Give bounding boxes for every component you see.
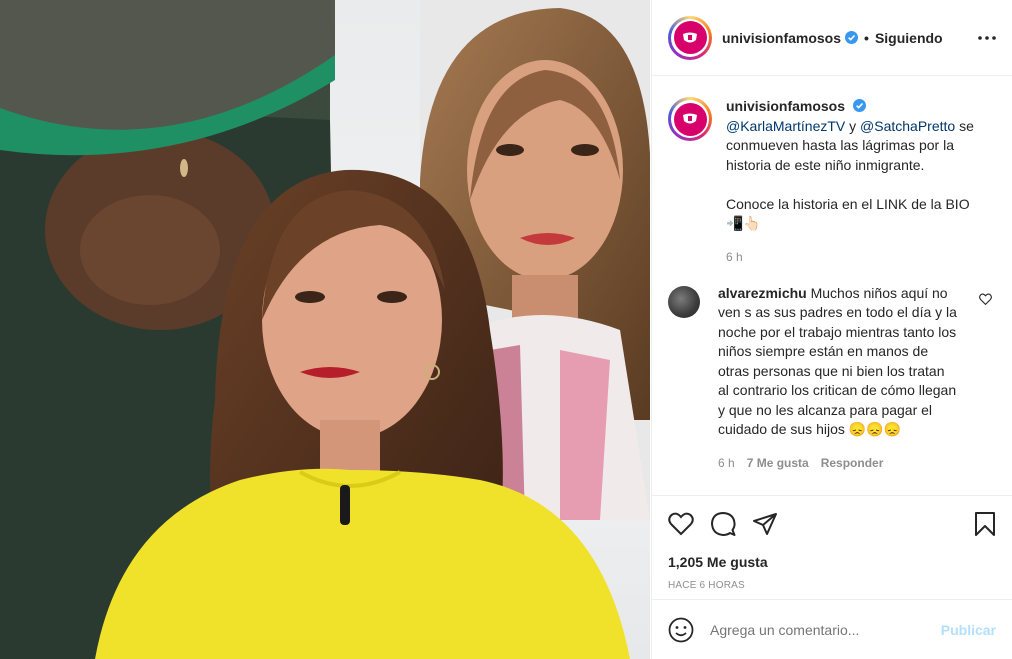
following-button[interactable]: Siguiendo — [875, 30, 943, 46]
comment-age[interactable]: 6 h — [718, 456, 735, 470]
comment-like-heart-icon[interactable] — [979, 292, 992, 308]
comment-item: alvarezmichu Muchos niños aquí no ven s … — [668, 284, 996, 470]
comments-section[interactable]: univisionfamosos @KarlaMartínezTV y @Sat… — [652, 77, 1012, 495]
comment-emojis: 😞😞😞 — [848, 421, 902, 437]
save-bookmark-icon[interactable] — [974, 511, 996, 537]
share-send-icon[interactable] — [752, 512, 778, 536]
caption-emojis: 📲👆🏻 — [726, 215, 761, 231]
caption-connector: y — [845, 117, 861, 134]
caption-meta: 6 h — [726, 250, 996, 264]
verified-badge-icon — [852, 99, 866, 112]
univision-logo-icon — [673, 21, 707, 54]
separator-dot: • — [864, 29, 869, 46]
post-details-panel: univisionfamosos • Siguiendo univisionfa… — [651, 0, 1012, 659]
post-header: univisionfamosos • Siguiendo — [652, 0, 1012, 76]
add-comment-bar: Publicar — [652, 599, 1012, 659]
caption: univisionfamosos @KarlaMartínezTV y @Sat… — [668, 97, 996, 264]
caption-age[interactable]: 6 h — [726, 250, 743, 264]
mention-link[interactable]: @KarlaMartínezTV — [726, 118, 845, 134]
post-image[interactable] — [0, 0, 650, 659]
caption-username[interactable]: univisionfamosos — [726, 98, 845, 114]
more-options-icon[interactable] — [978, 35, 996, 40]
commenter-username[interactable]: alvarezmichu — [718, 285, 807, 301]
like-heart-icon[interactable] — [668, 512, 694, 536]
comment-body: Muchos niños aquí no ven s as sus padres… — [718, 284, 957, 438]
likes-count[interactable]: 1,205 Me gusta — [668, 554, 996, 570]
commenter-avatar[interactable] — [668, 285, 700, 318]
verified-badge-icon — [845, 31, 859, 44]
post-actions: 1,205 Me gusta HACE 6 HORAS — [652, 495, 1012, 591]
post-timestamp[interactable]: HACE 6 HORAS — [668, 580, 996, 591]
univision-logo-icon — [673, 102, 707, 136]
reply-button[interactable]: Responder — [821, 456, 884, 470]
caption-text: univisionfamosos @KarlaMartínezTV y @Sat… — [726, 97, 996, 234]
caption-avatar[interactable] — [668, 97, 712, 141]
post-photo-illustration — [0, 0, 650, 659]
mention-link[interactable]: @SatchaPretto — [860, 118, 955, 134]
comment-text: alvarezmichu Muchos niños aquí no ven s … — [718, 284, 958, 440]
comment-likes[interactable]: 7 Me gusta — [747, 456, 809, 470]
post-comment-button[interactable]: Publicar — [941, 622, 996, 638]
author-username[interactable]: univisionfamosos — [722, 30, 841, 46]
author-avatar[interactable] — [668, 15, 712, 60]
comment-bubble-icon[interactable] — [710, 511, 736, 537]
caption-cta: Conoce la historia en el LINK de la BIO — [726, 195, 970, 212]
comment-input[interactable] — [710, 621, 941, 638]
comment-meta: 6 h 7 Me gusta Responder — [718, 456, 958, 470]
emoji-smiley-icon[interactable] — [668, 617, 694, 643]
